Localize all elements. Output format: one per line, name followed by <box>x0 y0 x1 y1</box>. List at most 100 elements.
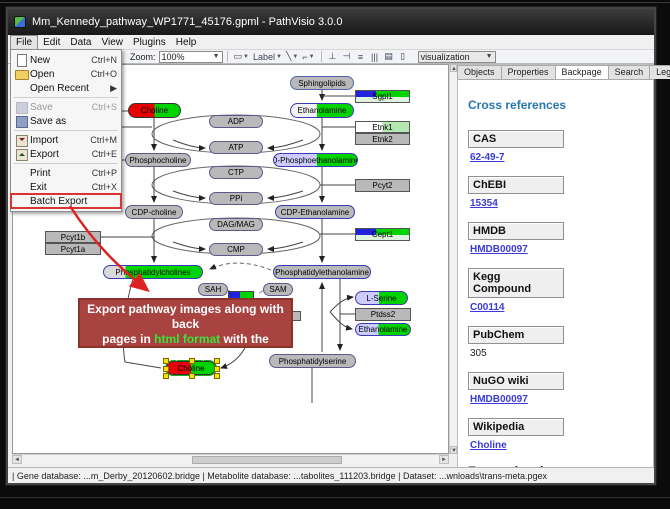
node-sah[interactable]: SAH <box>198 283 228 296</box>
xref-link[interactable]: HMDB00097 <box>470 394 528 405</box>
distribute-cols-button[interactable]: ||| <box>368 51 382 63</box>
xref-title: ChEBI <box>468 176 564 194</box>
tab-search[interactable]: Search <box>608 65 651 79</box>
tab-objects[interactable]: Objects <box>457 65 502 79</box>
menu-bar: FileEditDataViewPluginsHelp <box>8 35 654 50</box>
node-ctp[interactable]: CTP <box>209 166 263 179</box>
title-bar[interactable]: Mm_Kennedy_pathway_WP1771_45176.gpml - P… <box>8 9 654 35</box>
node-pcyt1a[interactable]: Pcyt1a <box>45 243 101 255</box>
node-etnk2[interactable]: Etnk2 <box>355 133 410 145</box>
scroll-right-icon[interactable]: ► <box>439 455 449 464</box>
node-ppi[interactable]: PPi <box>209 192 263 205</box>
xref-value[interactable]: C00114 <box>470 302 643 313</box>
node-ptdss2[interactable]: Ptdss2 <box>355 308 411 321</box>
chevron-down-icon[interactable]: ▼ <box>276 54 282 60</box>
xref-value[interactable]: HMDB00097 <box>470 394 643 405</box>
connector-tool[interactable]: ⌐▼ <box>300 51 316 63</box>
node-phosphatidylethanolamine[interactable]: Phosphatidylethanolamine <box>273 265 371 279</box>
scroll-down-icon[interactable]: ▼ <box>450 446 457 454</box>
align-center-y-button[interactable]: ⊣ <box>340 51 354 63</box>
xref-section-cas: CAS62-49-7 <box>468 130 643 163</box>
node-choline-selected[interactable]: Choline <box>166 361 216 375</box>
menubar-item-help[interactable]: Help <box>171 36 202 49</box>
selection-handle[interactable] <box>189 373 195 379</box>
menubar-item-data[interactable]: Data <box>65 36 96 49</box>
node-pcyt1b[interactable]: Pcyt1b <box>45 231 101 243</box>
node-cmp[interactable]: CMP <box>209 243 263 256</box>
xref-link[interactable]: C00114 <box>470 302 504 313</box>
node-sam[interactable]: SAM <box>263 283 293 296</box>
node-cept1[interactable]: Cept1 <box>355 228 410 241</box>
align-center-x-button[interactable]: ⊥ <box>326 51 340 63</box>
menubar-item-plugins[interactable]: Plugins <box>128 36 171 49</box>
menu-item-label: Print <box>30 168 51 179</box>
node-pcyt2[interactable]: Pcyt2 <box>355 179 410 192</box>
scroll-left-icon[interactable]: ◄ <box>12 455 22 464</box>
canvas-horizontal-scrollbar[interactable]: ◄ ► <box>12 454 449 464</box>
chevron-down-icon[interactable]: ▼ <box>309 54 315 60</box>
tab-legend[interactable]: Legend <box>649 65 670 79</box>
xref-value[interactable]: HMDB00097 <box>470 244 643 255</box>
xref-link[interactable]: Choline <box>470 440 507 451</box>
stack-horizontal-button[interactable]: ▯ <box>396 51 410 63</box>
node-sphingolipids[interactable]: Sphingolipids <box>290 76 354 90</box>
file-menu-item-batch-export[interactable]: Batch Export <box>11 194 121 208</box>
chevron-down-icon[interactable]: ▼ <box>209 53 220 60</box>
tab-backpage[interactable]: Backpage <box>555 65 609 79</box>
node-atp[interactable]: ATP <box>209 141 263 154</box>
line-tool[interactable]: ╲▼ <box>284 51 300 63</box>
node-ethanolamine-top[interactable]: Ethanolamine <box>290 103 354 118</box>
xref-link[interactable]: 62-49-7 <box>470 152 504 163</box>
selection-handle[interactable] <box>214 366 220 372</box>
menubar-item-file[interactable]: File <box>10 35 38 50</box>
file-menu-item-import[interactable]: ImportCtrl+M <box>11 133 121 147</box>
selection-handle[interactable] <box>163 373 169 379</box>
menubar-item-view[interactable]: View <box>96 36 128 49</box>
scroll-up-icon[interactable]: ▲ <box>450 64 457 72</box>
node-o-phosphoethanolamine[interactable]: O-Phosphoethanolamine <box>273 153 358 167</box>
label-tool[interactable]: Label▼ <box>251 51 284 63</box>
menubar-item-edit[interactable]: Edit <box>38 36 65 49</box>
stack-vertical-button[interactable]: ▤ <box>382 51 396 63</box>
export-icon <box>14 148 30 160</box>
node-l-serine[interactable]: L-Serine <box>355 291 408 305</box>
visualization-combobox[interactable]: visualization ▼ <box>418 51 496 63</box>
node-cdp-choline[interactable]: CDP-choline <box>125 205 183 219</box>
xref-link[interactable]: HMDB00097 <box>470 244 528 255</box>
node-ethanolamine-bottom[interactable]: Ethanolamine <box>355 323 411 336</box>
node-sgpl1[interactable]: Sgpl1 <box>355 90 410 103</box>
file-menu-item-save-as[interactable]: Save as <box>11 114 121 128</box>
node-choline-top[interactable]: Choline <box>128 103 181 118</box>
xref-value[interactable]: Choline <box>470 440 643 451</box>
zoom-combobox[interactable]: 100% ▼ <box>159 51 223 63</box>
xref-link[interactable]: 15354 <box>470 198 498 209</box>
xref-value[interactable]: 15354 <box>470 198 643 209</box>
node-cdp-ethanolamine[interactable]: CDP-Ethanolamine <box>275 205 355 219</box>
node-etnk1[interactable]: Etnk1 <box>355 121 410 133</box>
selection-handle[interactable] <box>214 373 220 379</box>
chevron-down-icon[interactable]: ▼ <box>292 54 298 60</box>
selection-handle[interactable] <box>163 366 169 372</box>
node-phosphocholine[interactable]: Phosphocholine <box>125 153 191 167</box>
chevron-down-icon[interactable]: ▼ <box>482 53 493 60</box>
file-menu-item-open[interactable]: OpenCtrl+O <box>11 67 121 81</box>
file-menu-item-new[interactable]: NewCtrl+N <box>11 53 121 67</box>
annotation-line2-post: with the <box>220 332 269 346</box>
node-phosphatidylserine[interactable]: Phosphatidylserine <box>269 354 356 368</box>
node-phosphatidylcholines[interactable]: Phosphatidylcholines <box>103 265 203 279</box>
xref-value[interactable]: 62-49-7 <box>470 152 643 163</box>
distribute-rows-button[interactable]: ≡ <box>354 51 368 63</box>
scrollbar-thumb[interactable] <box>192 456 342 464</box>
file-menu-item-save[interactable]: SaveCtrl+S <box>11 100 121 114</box>
file-menu-item-exit[interactable]: ExitCtrl+X <box>11 180 121 194</box>
file-menu-item-open-recent[interactable]: Open Recent▶ <box>11 81 121 95</box>
node-adp[interactable]: ADP <box>209 115 263 128</box>
file-menu-item-print[interactable]: PrintCtrl+P <box>11 166 121 180</box>
datanode-tool[interactable]: ▭▼ <box>232 51 251 63</box>
canvas-vertical-scrollbar[interactable]: ▲ ▼ <box>449 64 457 454</box>
screenshot-stage: Mm_Kennedy_pathway_WP1771_45176.gpml - P… <box>0 0 670 509</box>
node-dag-mag[interactable]: DAG/MAG <box>209 218 263 231</box>
tab-properties[interactable]: Properties <box>501 65 556 79</box>
chevron-down-icon[interactable]: ▼ <box>243 54 249 60</box>
file-menu-item-export[interactable]: ExportCtrl+E <box>11 147 121 161</box>
